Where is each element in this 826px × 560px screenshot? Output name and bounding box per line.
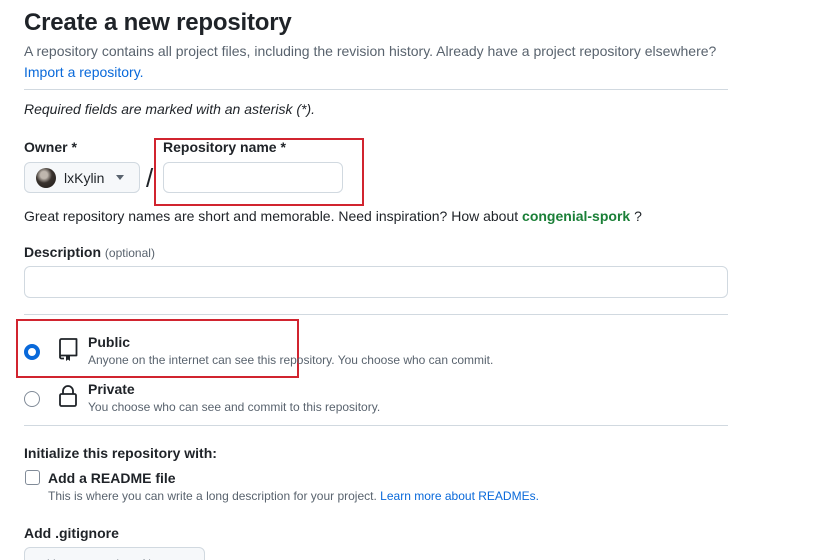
add-readme-checkbox[interactable] (25, 470, 40, 485)
gitignore-label: Add .gitignore (24, 525, 119, 541)
owner-repo-separator: / (146, 163, 154, 193)
repo-icon (59, 338, 78, 361)
page-description: A repository contains all project files,… (24, 41, 724, 83)
repository-name-hint: Great repository names are short and mem… (24, 208, 642, 224)
learn-more-readmes-link[interactable]: Learn more about READMEs. (380, 489, 539, 503)
add-readme-label[interactable]: Add a README file (48, 470, 176, 486)
description-label-text: Description (24, 244, 102, 260)
hint-question-mark: ? (634, 208, 642, 224)
hint-text: Great repository names are short and mem… (24, 208, 519, 224)
initialize-heading: Initialize this repository with: (24, 445, 217, 461)
public-radio[interactable] (24, 344, 40, 360)
name-suggestion[interactable]: congenial-spork (522, 208, 630, 224)
avatar (36, 167, 56, 188)
divider (24, 425, 728, 426)
divider (24, 89, 728, 90)
private-description: You choose who can see and commit to thi… (88, 400, 381, 414)
private-title: Private (88, 381, 135, 397)
repository-name-input[interactable] (163, 162, 343, 193)
public-title: Public (88, 334, 131, 350)
page-title: Create a new repository (24, 9, 292, 36)
description-label: Description (optional) (24, 244, 155, 260)
private-radio[interactable] (24, 391, 40, 407)
repository-name-label: Repository name * (163, 139, 286, 155)
readme-description: This is where you can write a long descr… (48, 489, 539, 503)
lead-text: A repository contains all project files,… (24, 43, 717, 59)
lock-icon (59, 385, 77, 407)
readme-desc-text: This is where you can write a long descr… (48, 489, 377, 503)
optional-tag: (optional) (104, 246, 155, 260)
import-repository-link[interactable]: Import a repository. (24, 64, 144, 80)
description-input[interactable] (24, 266, 728, 298)
public-description: Anyone on the internet can see this repo… (88, 353, 494, 367)
required-fields-note: Required fields are marked with an aster… (24, 101, 316, 117)
gitignore-template-dropdown[interactable]: .gitignore template: None (24, 547, 205, 560)
owner-label: Owner * (24, 139, 77, 155)
owner-value: lxKylin (64, 169, 105, 186)
owner-dropdown[interactable]: lxKylin (24, 162, 140, 193)
divider (24, 314, 728, 315)
chevron-down-icon (116, 175, 125, 180)
